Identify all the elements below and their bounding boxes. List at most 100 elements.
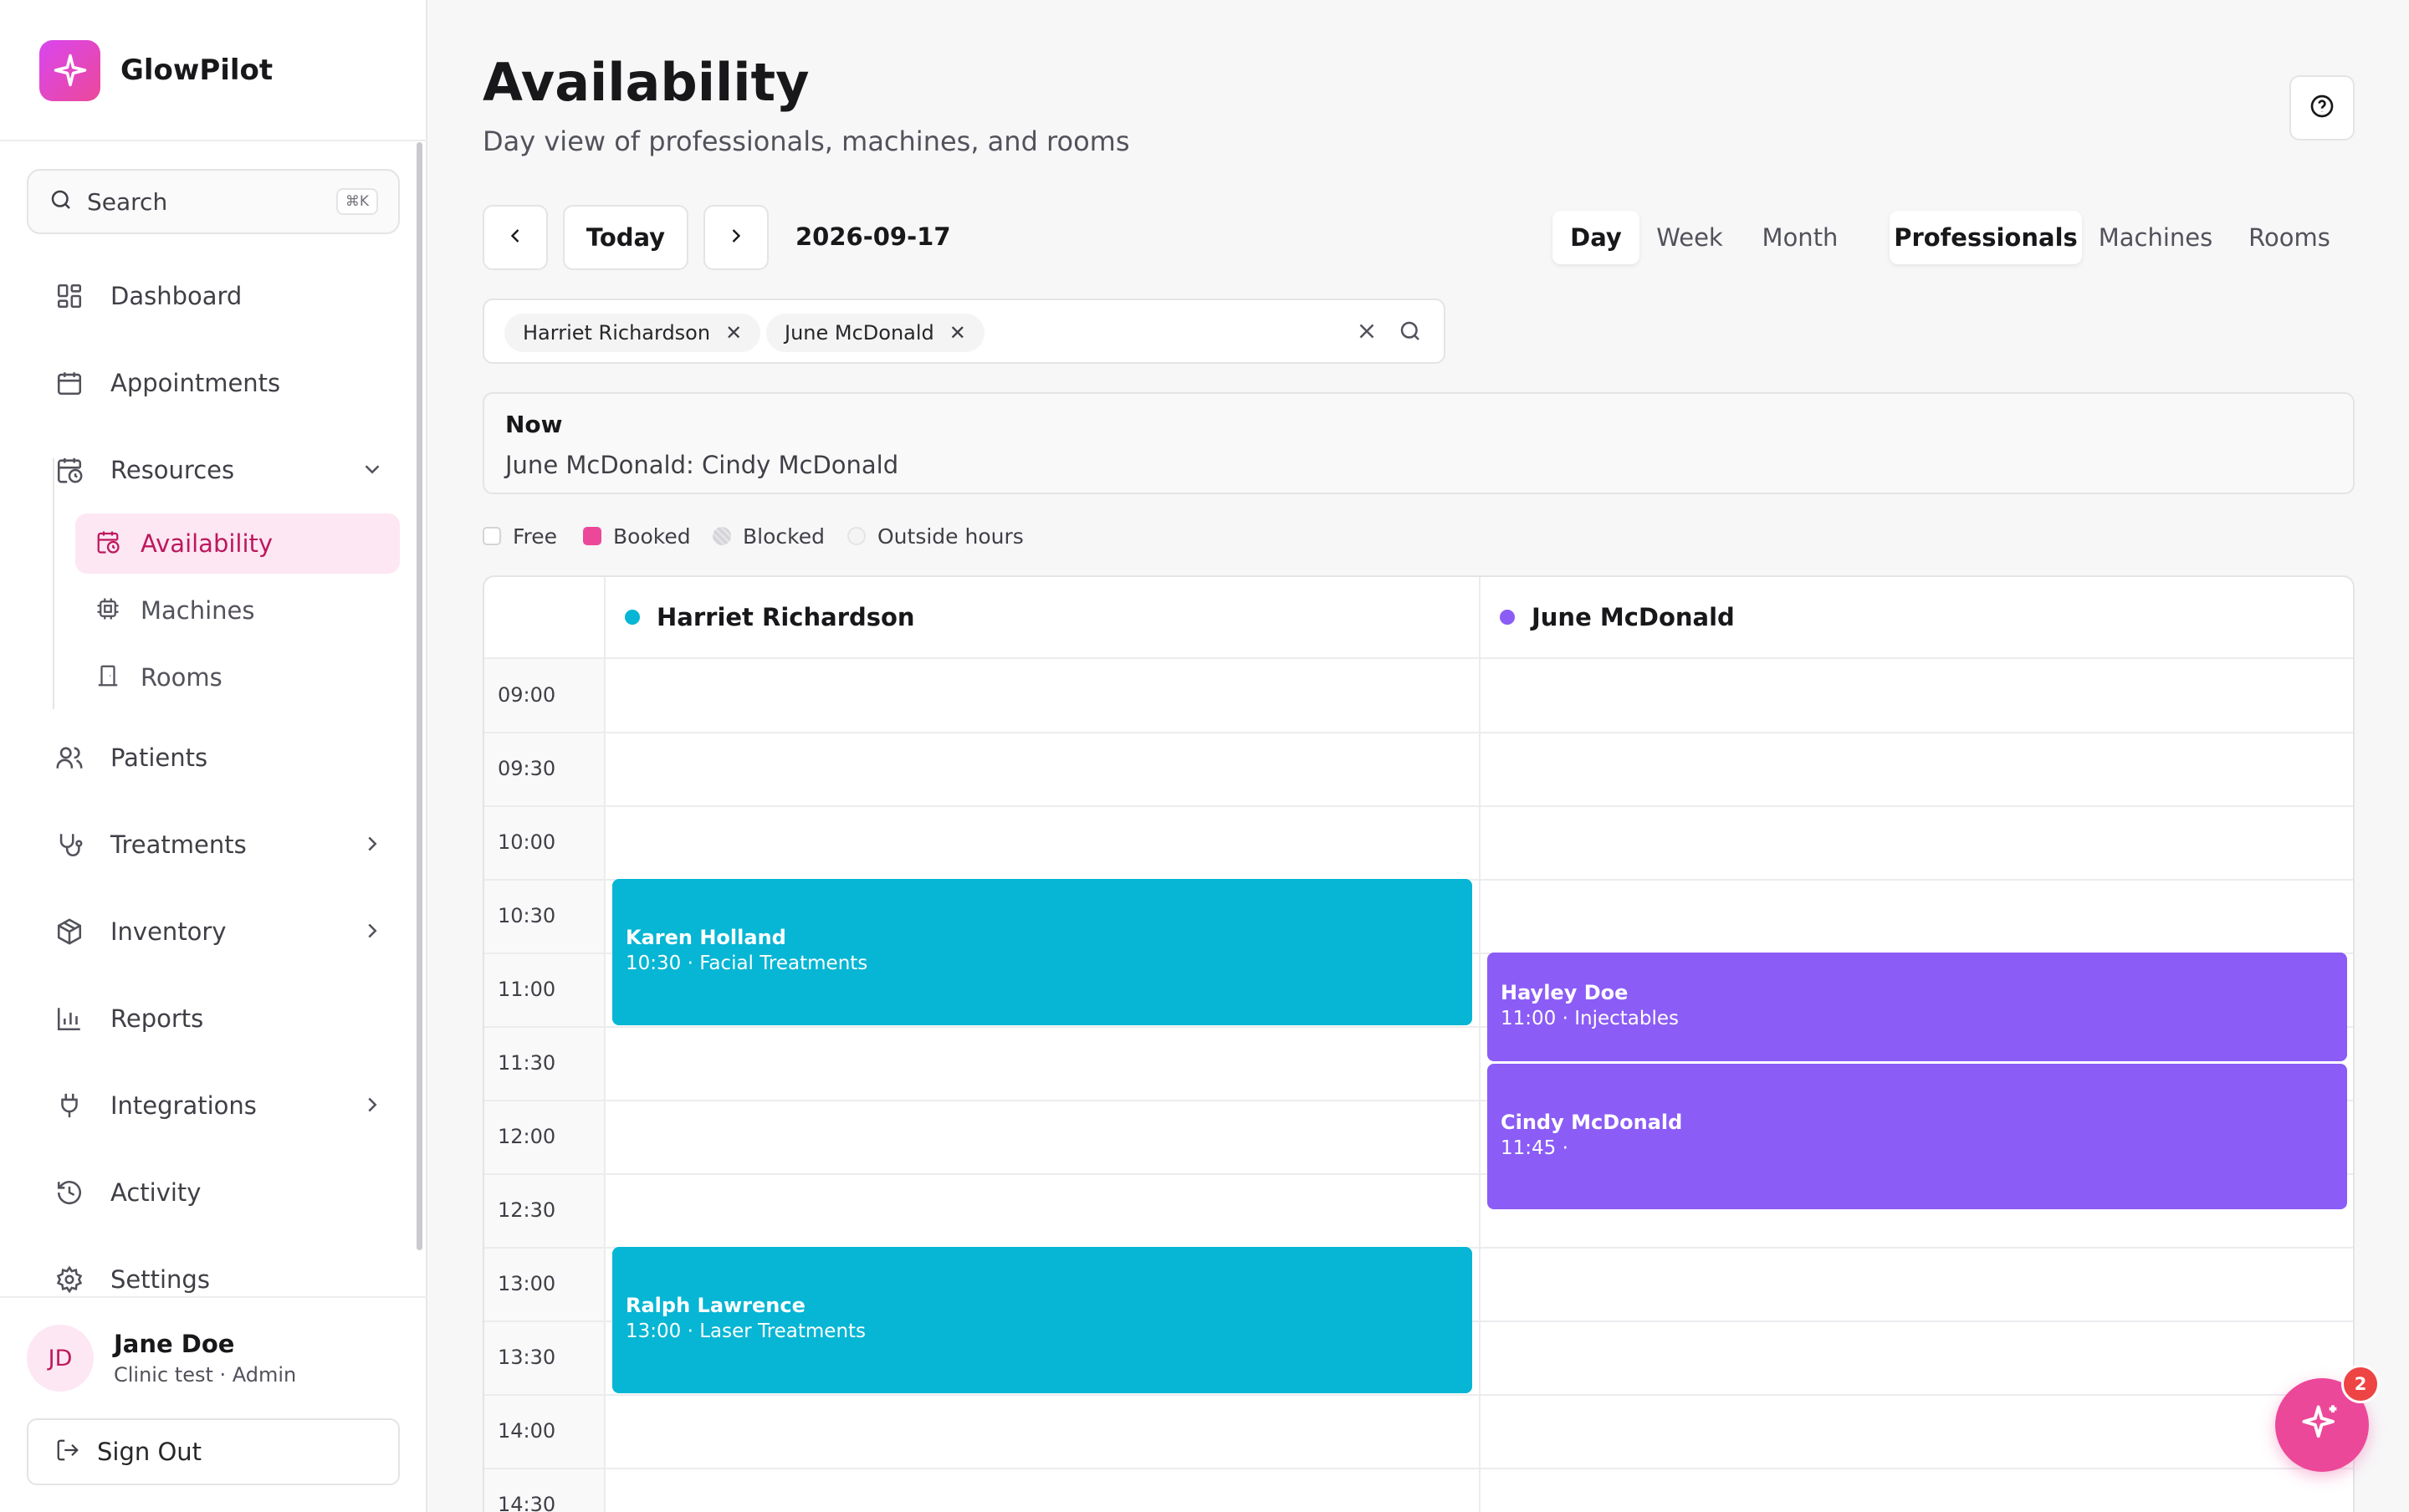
time-label: 09:00 (498, 683, 556, 707)
time-column (484, 657, 604, 1512)
tab-rooms[interactable]: Rooms (2236, 211, 2343, 264)
time-label: 14:30 (498, 1493, 556, 1512)
appointment-patient: Hayley Doe (1501, 981, 1629, 1004)
chip-label: June McDonald (785, 321, 934, 345)
remove-chip-icon[interactable]: ✕ (949, 321, 966, 345)
appointment-detail: 11:45 · (1501, 1137, 1568, 1159)
chevron-down-icon[interactable] (360, 457, 385, 485)
package-icon (54, 916, 85, 948)
sidebar-item-label: Activity (110, 1178, 202, 1207)
appointment-card[interactable]: Hayley Doe 11:00 · Injectables (1487, 953, 2347, 1061)
legend-free: Free (483, 524, 557, 549)
divider (0, 140, 427, 141)
today-button[interactable]: Today (563, 205, 688, 270)
sidebar-item-treatments[interactable]: Treatments (27, 815, 400, 875)
user-role: Clinic test · Admin (114, 1363, 297, 1387)
now-title: Now (505, 411, 563, 438)
grid-line (1479, 577, 1481, 1512)
sidebar-item-label: Reports (110, 1004, 204, 1033)
sidebar-item-label: Machines (141, 596, 255, 625)
next-day-button[interactable] (703, 205, 769, 270)
sidebar-item-rooms[interactable]: Rooms (75, 647, 400, 707)
chevron-right-icon[interactable] (360, 918, 385, 947)
search-icon (49, 187, 74, 216)
sidebar-item-label: Rooms (141, 663, 222, 692)
legend-outside-hours: Outside hours (847, 524, 1024, 549)
tab-week[interactable]: Week (1648, 211, 1731, 264)
help-button[interactable] (2289, 75, 2355, 140)
sidebar-item-machines[interactable]: Machines (75, 580, 400, 641)
sign-out-button[interactable]: Sign Out (27, 1418, 400, 1485)
avatar[interactable]: JD (27, 1325, 94, 1392)
sidebar-item-resources[interactable]: Resources (27, 440, 400, 500)
app-name: GlowPilot (120, 54, 274, 87)
time-label: 13:00 (498, 1272, 556, 1295)
appointment-detail: 13:00 · Laser Treatments (626, 1320, 867, 1342)
search-input[interactable]: Search ⌘K (27, 169, 400, 234)
legend-label: Free (513, 524, 558, 549)
filter-chip: Harriet Richardson ✕ (504, 314, 761, 352)
resource-filter-input[interactable]: Harriet Richardson ✕ June McDonald ✕ (483, 299, 1445, 364)
notification-badge: 2 (2341, 1365, 2380, 1403)
sidebar-item-label: Integrations (110, 1091, 257, 1120)
sidebar-item-availability[interactable]: Availability (75, 513, 400, 574)
sidebar-item-reports[interactable]: Reports (27, 988, 400, 1049)
grid-line (604, 577, 606, 1512)
time-label: 09:30 (498, 757, 556, 780)
sidebar-item-settings[interactable]: Settings (27, 1249, 400, 1310)
appointment-card[interactable]: Cindy McDonald 11:45 · (1487, 1064, 2347, 1209)
chevron-right-icon[interactable] (360, 831, 385, 860)
chevron-right-icon[interactable] (360, 1092, 385, 1121)
now-text: June McDonald: Cindy McDonald (505, 451, 899, 479)
column-header[interactable]: June McDonald (1500, 577, 1735, 657)
legend-swatch (483, 527, 501, 545)
time-label: 11:00 (498, 978, 556, 1001)
legend-swatch (713, 527, 731, 545)
grid-line (484, 805, 2353, 807)
sparkle-logo-icon (39, 39, 100, 101)
calendar-grid: Harriet Richardson June McDonald 09:00 09… (483, 575, 2355, 1512)
sidebar-item-appointments[interactable]: Appointments (27, 353, 400, 413)
cpu-icon (95, 596, 120, 625)
sidebar-item-dashboard[interactable]: Dashboard (27, 266, 400, 326)
tab-month[interactable]: Month (1750, 211, 1850, 264)
sidebar-item-activity[interactable]: Activity (27, 1162, 400, 1223)
sidebar-item-integrations[interactable]: Integrations (27, 1075, 400, 1136)
sidebar-item-inventory[interactable]: Inventory (27, 902, 400, 962)
legend-swatch (583, 527, 601, 545)
users-icon (54, 742, 85, 774)
gear-icon (54, 1264, 85, 1295)
clear-icon[interactable] (1354, 319, 1379, 347)
calendar-icon (54, 367, 85, 399)
sidebar-item-patients[interactable]: Patients (27, 728, 400, 788)
appointment-card[interactable]: Ralph Lawrence 13:00 · Laser Treatments (612, 1247, 1472, 1393)
tab-day[interactable]: Day (1552, 211, 1639, 264)
grid-line (484, 732, 2353, 733)
status-dot (625, 610, 640, 625)
plug-icon (54, 1090, 85, 1121)
legend-booked: Booked (583, 524, 691, 549)
tab-machines[interactable]: Machines (2092, 211, 2219, 264)
grid-line (484, 1394, 2353, 1396)
time-label: 12:30 (498, 1198, 556, 1222)
divider (0, 1296, 427, 1298)
legend-swatch (847, 527, 866, 545)
time-label: 14:00 (498, 1419, 556, 1443)
search-icon[interactable] (1398, 319, 1423, 347)
door-icon (95, 663, 120, 692)
legend-label: Blocked (743, 524, 825, 549)
remove-chip-icon[interactable]: ✕ (725, 321, 742, 345)
user-name: Jane Doe (114, 1330, 235, 1358)
prev-day-button[interactable] (483, 205, 548, 270)
now-card: Now June McDonald: Cindy McDonald (483, 392, 2355, 494)
tab-professionals[interactable]: Professionals (1890, 211, 2082, 264)
brand[interactable]: GlowPilot (39, 39, 274, 101)
status-dot (1500, 610, 1515, 625)
chip-label: Harriet Richardson (523, 321, 711, 345)
column-header[interactable]: Harriet Richardson (625, 577, 915, 657)
sidebar-item-label: Inventory (110, 917, 227, 946)
sidebar-scrollbar[interactable] (417, 142, 422, 1250)
search-placeholder: Search (87, 187, 168, 216)
appointment-card[interactable]: Karen Holland 10:30 · Facial Treatments (612, 879, 1472, 1025)
time-label: 10:30 (498, 904, 556, 927)
